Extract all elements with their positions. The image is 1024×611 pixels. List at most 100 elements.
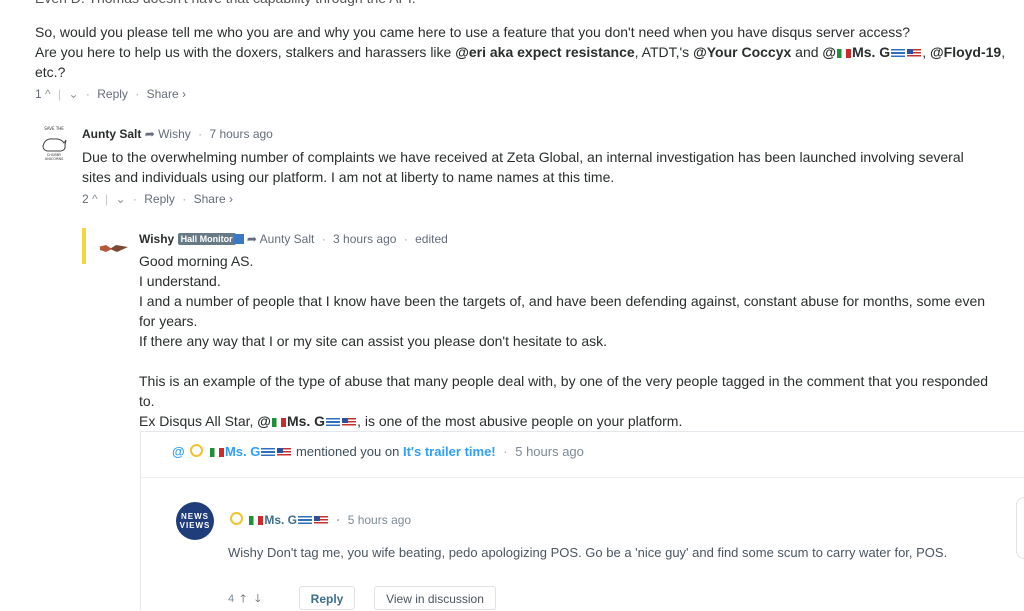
svg-text:UNICORNS: UNICORNS	[45, 157, 64, 161]
usa-flag-icon	[907, 48, 922, 58]
reply-button[interactable]: Reply	[144, 192, 175, 206]
comment-line: to.	[139, 393, 155, 409]
vote-count: 4	[228, 593, 235, 605]
parent-author-link[interactable]: Aunty Salt	[260, 232, 315, 246]
comment-header: Wishy Hall Monitor ➦ Aunty Salt · 3 hour…	[139, 232, 448, 246]
comment-line: If there any way that I or my site can a…	[139, 333, 608, 349]
italy-flag-icon	[209, 448, 224, 458]
truncated-comment-text: Even D. Thomas doesn't have that capabil…	[35, 0, 416, 8]
mention-link[interactable]: @Your Coccyx	[693, 44, 791, 60]
upvote-icon[interactable]: ^	[92, 192, 98, 206]
badge: Hall Monitor	[177, 233, 236, 245]
highlight-bar	[82, 228, 86, 264]
vote-count: 1	[35, 87, 42, 101]
handshake-avatar-icon	[94, 245, 128, 252]
comment-actions: 2 ^ | ⌄ · Reply · Share ›	[82, 192, 233, 206]
reply-arrow-icon: ➦	[144, 127, 155, 141]
author-name[interactable]: Wishy	[139, 232, 174, 246]
timestamp[interactable]: 3 hours ago	[333, 232, 396, 246]
share-button[interactable]: Share ›	[147, 87, 186, 101]
comment-body: So, would you please tell me who you are…	[35, 22, 1020, 82]
unicorn-avatar-icon: SAVE THE CHUBBY UNICORNS	[42, 126, 67, 161]
comment-body: Good morning AS. I understand. I and a n…	[139, 251, 1024, 431]
upvote-icon[interactable]: ^	[45, 87, 51, 101]
greece-flag-icon	[261, 448, 276, 458]
mention-at: @	[822, 44, 837, 60]
thread-link[interactable]: It's trailer time!	[403, 444, 496, 459]
italy-flag-icon	[249, 516, 264, 526]
comment-line: Due to the overwhelming number of compla…	[82, 149, 964, 165]
usa-flag-icon	[342, 417, 357, 427]
dot-separator: ·	[336, 513, 341, 527]
comment-line: Are you here to help us with the doxers,…	[35, 42, 1020, 82]
timestamp: 5 hours ago	[515, 444, 584, 459]
mention-name: Ms. G	[286, 413, 326, 429]
comment-line: Ex Disqus All Star, @ Ms. G , is one of th…	[139, 411, 1024, 431]
mention-link[interactable]: @Floyd-19	[930, 44, 1001, 60]
comment-text: Are you here to help us with the doxers,…	[35, 44, 456, 60]
reply-button[interactable]: Reply	[97, 87, 128, 101]
dot-separator: ·	[321, 232, 326, 246]
svg-text:SAVE THE: SAVE THE	[44, 126, 64, 131]
comment-text: ,	[922, 44, 930, 60]
author-name[interactable]: Aunty Salt	[82, 127, 141, 141]
notification-header: @ Ms. G mentioned you on It's trailer ti…	[172, 444, 584, 459]
reply-button[interactable]: Reply	[299, 586, 355, 610]
mention-at: @	[257, 413, 271, 429]
dot-separator: ·	[198, 127, 203, 141]
usa-flag-icon	[314, 516, 329, 526]
comment-header: Ms. G · 5 hours ago	[228, 512, 411, 527]
avatar[interactable]	[92, 230, 130, 268]
dot-separator: ·	[135, 87, 140, 101]
author-name[interactable]: Ms. G	[264, 513, 297, 527]
share-button[interactable]: Share ›	[194, 192, 233, 206]
usa-flag-icon	[277, 448, 292, 458]
mentioned-text: mentioned you on	[295, 444, 400, 459]
greece-flag-icon	[298, 516, 313, 526]
downvote-icon[interactable]: ⌄	[68, 87, 78, 101]
greece-flag-icon	[326, 417, 341, 427]
comment-line: I and a number of people that I know hav…	[139, 293, 986, 309]
view-in-discussion-button[interactable]: View in discussion	[374, 586, 496, 610]
mention-name: Ms. G	[852, 44, 891, 60]
vote-count: 2	[82, 192, 89, 206]
comment-body: Wishy Don't tag me, you wife beating, pe…	[228, 545, 948, 560]
downvote-icon[interactable]: 🡓	[255, 593, 261, 605]
mention-link[interactable]: @ Ms. G	[257, 413, 357, 429]
edited-label: edited	[415, 232, 448, 246]
comment-text: and	[791, 44, 823, 60]
italy-flag-icon	[271, 417, 286, 427]
comment-body: Due to the overwhelming number of compla…	[82, 147, 1022, 187]
side-panel-edge	[1016, 497, 1024, 559]
comment-text: Ex Disqus All Star,	[139, 413, 258, 429]
ring-icon	[190, 444, 204, 457]
comment-text: , is one of the most abusive people on y…	[357, 413, 683, 429]
italy-flag-icon	[837, 48, 852, 58]
comment-line: This is an example of the type of abuse …	[139, 373, 989, 389]
ring-icon	[230, 512, 243, 525]
dot-separator: ·	[132, 192, 137, 206]
dot-separator: ·	[182, 192, 187, 206]
comment-line: for years.	[139, 313, 198, 329]
mention-link[interactable]: @eri aka expect resistance	[455, 44, 634, 60]
divider: |	[105, 192, 109, 206]
notification-user[interactable]: Ms. G	[225, 444, 260, 459]
parent-author-link[interactable]: Wishy	[158, 127, 191, 141]
timestamp[interactable]: 7 hours ago	[209, 127, 272, 141]
comment-line: sites and individuals using our platform…	[82, 169, 615, 185]
dot-separator: ·	[503, 444, 508, 459]
greece-flag-icon	[891, 48, 906, 58]
mention-link[interactable]: @ Ms. G	[822, 44, 922, 60]
dot-separator: ·	[85, 87, 90, 101]
avatar[interactable]: SAVE THE CHUBBY UNICORNS	[35, 124, 73, 162]
badge-icon	[233, 234, 244, 244]
comment-text: , ATDT,'s	[634, 44, 694, 60]
avatar[interactable]: NEWS VIEWS	[176, 502, 214, 540]
embedded-screenshot: @ Ms. G mentioned you on It's trailer ti…	[140, 431, 1024, 610]
comment-line: So, would you please tell me who you are…	[35, 24, 911, 40]
comment-line: I understand.	[139, 273, 221, 289]
downvote-icon[interactable]: ⌄	[115, 192, 125, 206]
mention-at-icon: @	[172, 444, 185, 459]
upvote-icon[interactable]: 🡑	[240, 593, 246, 605]
